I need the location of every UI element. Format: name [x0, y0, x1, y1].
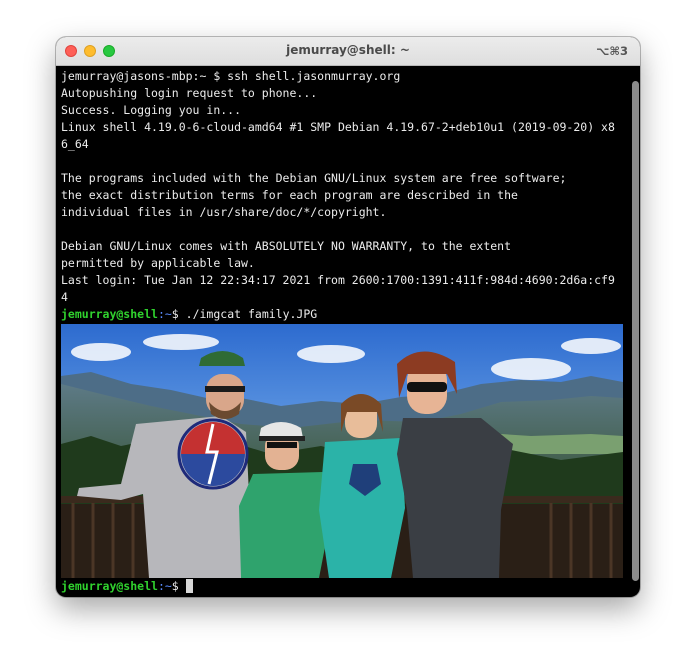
- prompt-symbol: $: [171, 579, 179, 593]
- window-shortcut: ⌥⌘3: [596, 44, 628, 58]
- vertical-scrollbar[interactable]: [632, 81, 639, 581]
- title-bar[interactable]: jemurray@shell: ~ ⌥⌘3: [56, 37, 640, 66]
- terminal-window: jemurray@shell: ~ ⌥⌘3 jemurray@jasons-mb…: [56, 37, 640, 597]
- window-title: jemurray@shell: ~: [286, 43, 410, 57]
- prompt-user: jemurray@shell: [61, 307, 158, 321]
- current-prompt[interactable]: jemurray@shell:~$: [61, 578, 193, 595]
- family-photo: [61, 324, 623, 578]
- output-line: permitted by applicable law.: [61, 256, 255, 270]
- prompt-symbol: $: [171, 307, 179, 321]
- output-line: The programs included with the Debian GN…: [61, 171, 567, 185]
- output-line: 4: [61, 290, 68, 304]
- output-line: the exact distribution terms for each pr…: [61, 188, 518, 202]
- prompt-path: :~: [157, 307, 172, 321]
- output-line: Linux shell 4.19.0-6-cloud-amd64 #1 SMP …: [61, 120, 615, 134]
- output-line: 6_64: [61, 137, 89, 151]
- prompt-path: :~: [157, 579, 172, 593]
- output-line: Autopushing login request to phone...: [61, 86, 318, 100]
- prompt-user: jemurray@shell: [61, 579, 158, 593]
- output-line: Debian GNU/Linux comes with ABSOLUTELY N…: [61, 239, 512, 253]
- output-line: Last login: Tue Jan 12 22:34:17 2021 fro…: [61, 273, 615, 287]
- output-line: Success. Logging you in...: [61, 103, 242, 117]
- output-line: jemurray@jasons-mbp:~ $ ssh shell.jasonm…: [61, 69, 401, 83]
- terminal-output[interactable]: jemurray@jasons-mbp:~ $ ssh shell.jasonm…: [61, 68, 627, 596]
- command-text: ./imgcat family.JPG: [178, 307, 318, 321]
- output-line: individual files in /usr/share/doc/*/cop…: [61, 205, 387, 219]
- text-cursor: [185, 579, 193, 593]
- prompt-line: jemurray@shell:~$ ./imgcat family.JPG: [61, 306, 627, 323]
